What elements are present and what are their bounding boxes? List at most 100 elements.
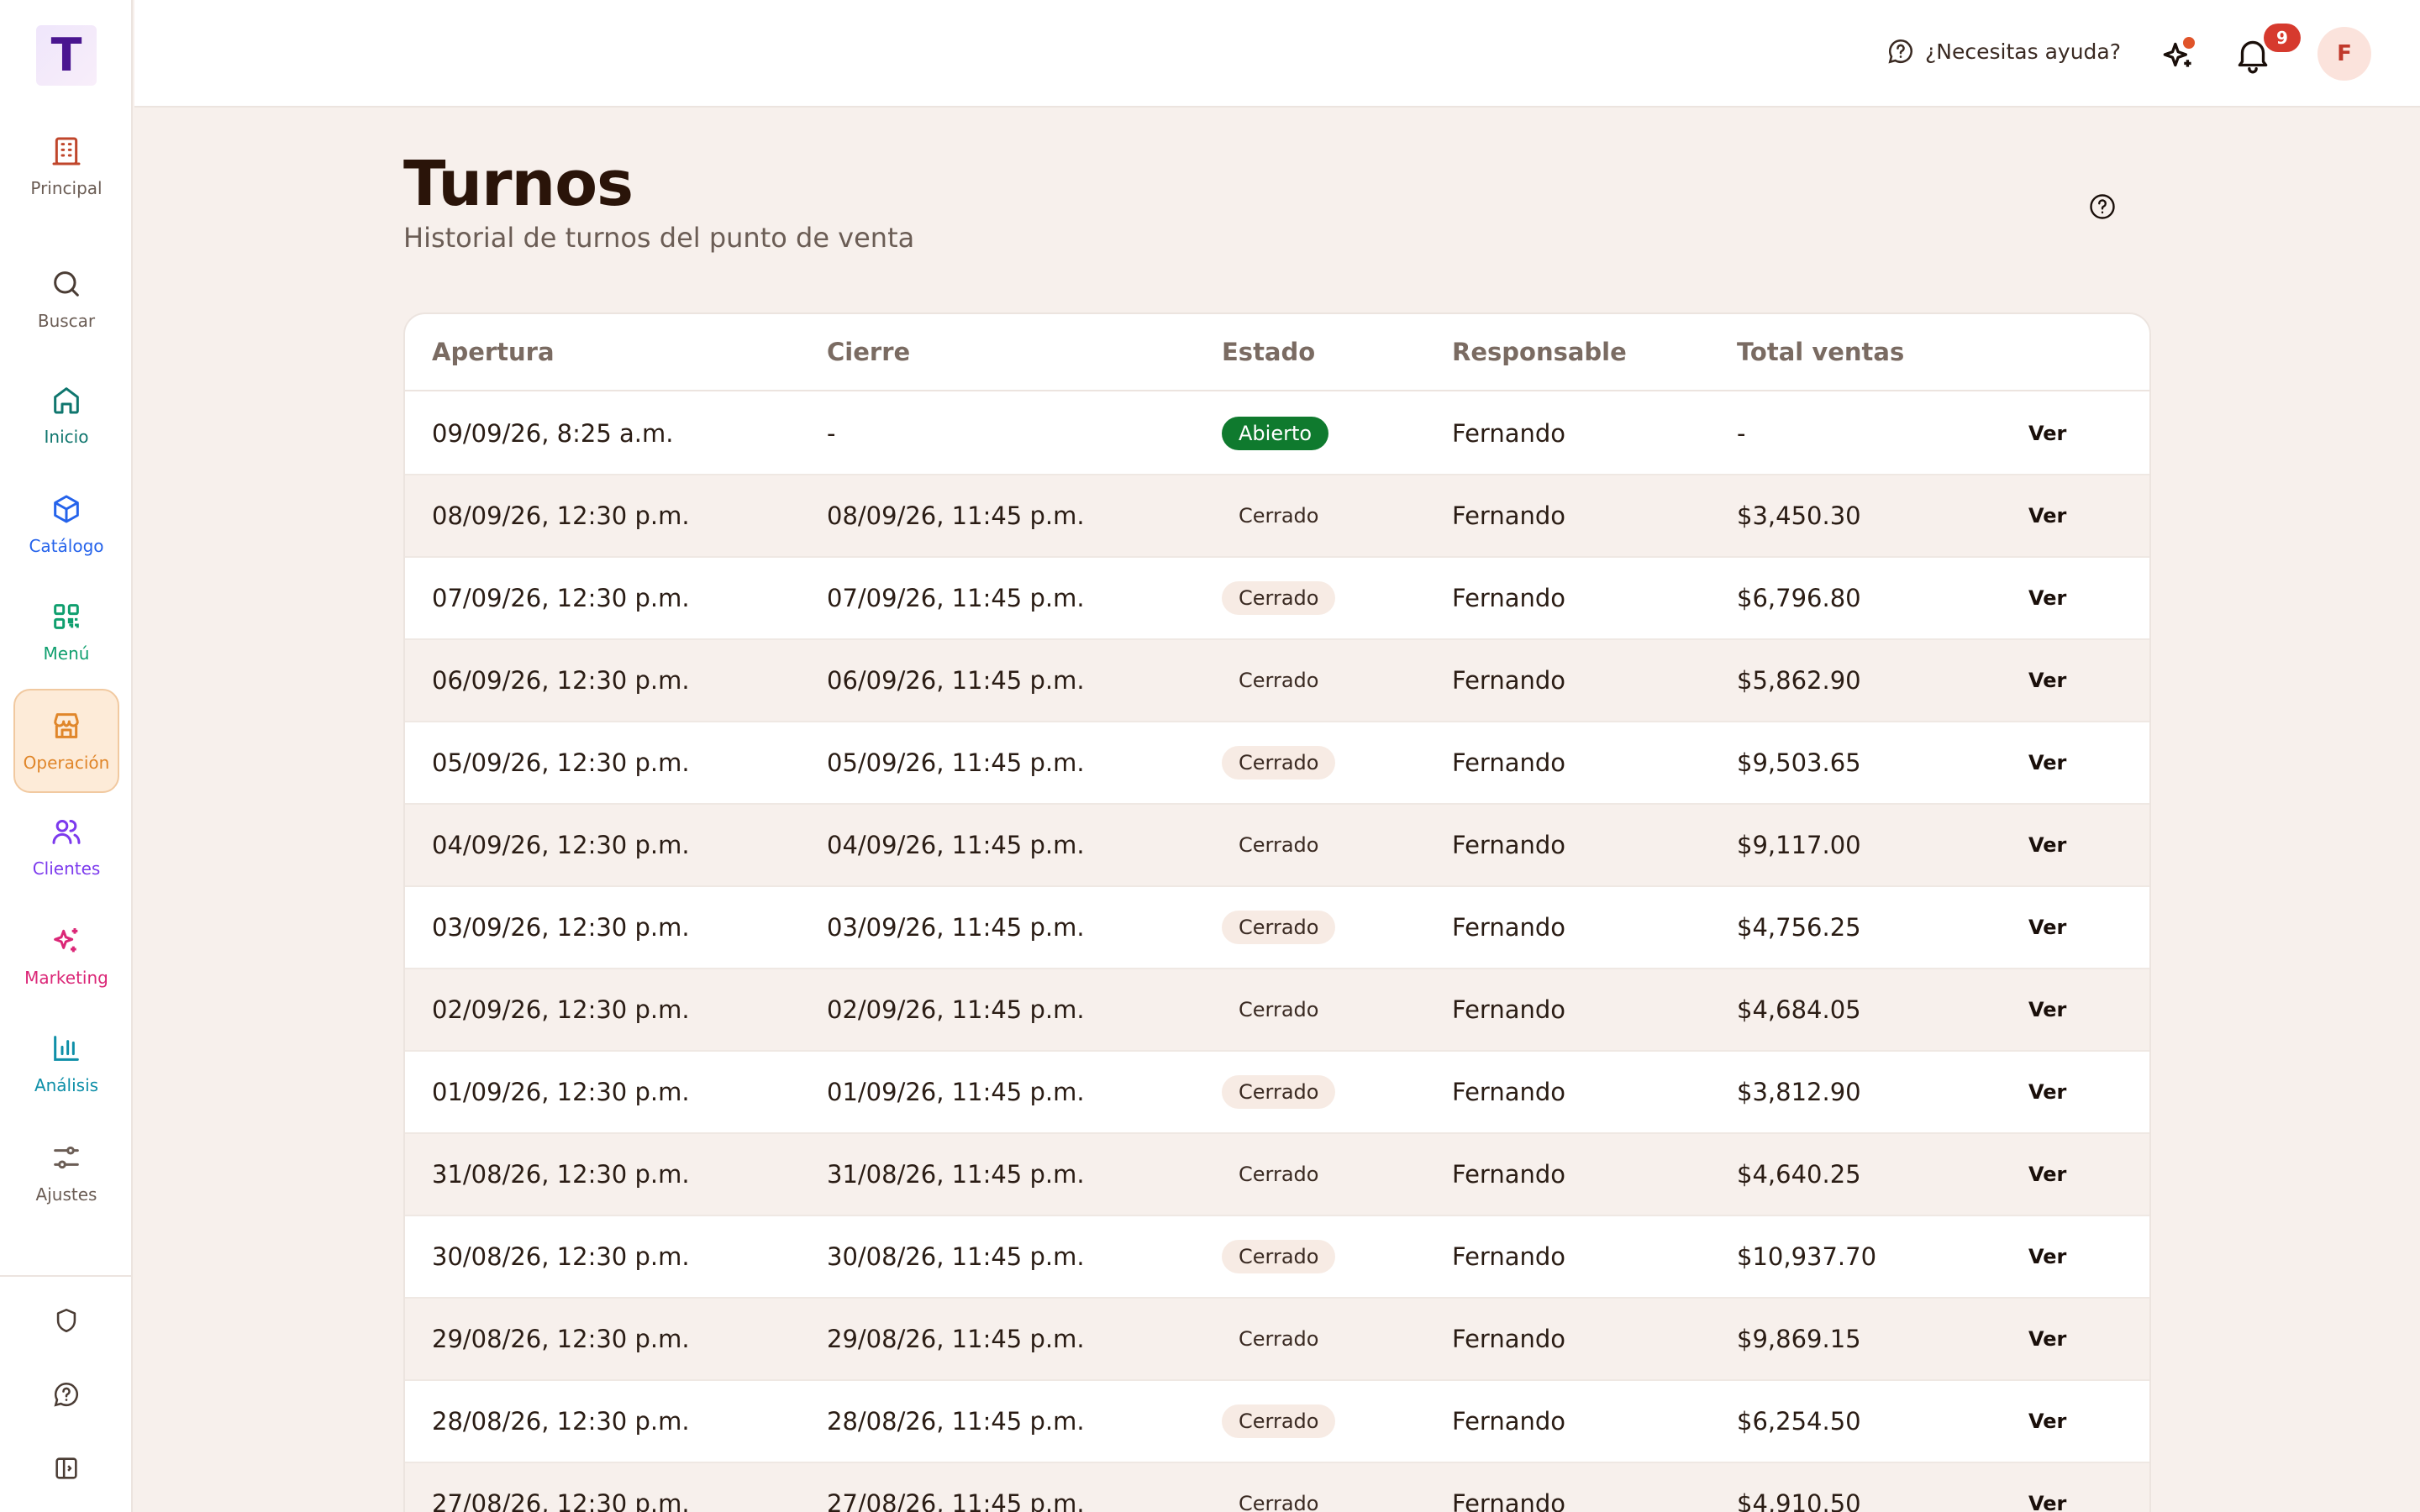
view-shift-button[interactable]: Ver: [2028, 1327, 2066, 1351]
status-badge: Cerrado: [1239, 833, 1319, 857]
page-help-button[interactable]: [2087, 192, 2118, 222]
status-badge: Cerrado: [1239, 1492, 1319, 1512]
cell-apertura: 31/08/26, 12:30 p.m.: [432, 1160, 690, 1189]
view-shift-button[interactable]: Ver: [2028, 1080, 2066, 1104]
table-row[interactable]: 02/09/26, 12:30 p.m. 02/09/26, 11:45 p.m.…: [405, 969, 2149, 1052]
page-subtitle: Historial de turnos del punto de venta: [403, 222, 915, 254]
cell-total-ventas: $6,254.50: [1737, 1407, 1861, 1436]
status-badge: Cerrado: [1222, 911, 1336, 944]
view-shift-button[interactable]: Ver: [2028, 1245, 2066, 1268]
sidebar-item-menu[interactable]: Menú: [13, 580, 119, 684]
view-shift-button[interactable]: Ver: [2028, 916, 2066, 939]
sliders-icon: [54, 1146, 79, 1169]
sidebar-toggle-icon: [55, 1457, 77, 1479]
sidebar-item-catalogo[interactable]: Catálogo: [13, 472, 119, 576]
view-shift-button[interactable]: Ver: [2028, 1492, 2066, 1512]
cell-total-ventas: $5,862.90: [1737, 666, 1861, 695]
cell-total-ventas: -: [1737, 419, 1746, 448]
cell-apertura: 28/08/26, 12:30 p.m.: [432, 1407, 690, 1436]
table-row[interactable]: 01/09/26, 12:30 p.m. 01/09/26, 11:45 p.m.…: [405, 1052, 2149, 1134]
cell-apertura: 07/09/26, 12:30 p.m.: [432, 584, 690, 612]
sidebar-item-label: Clientes: [32, 858, 101, 879]
ai-indicator-dot: [2183, 37, 2195, 49]
sidebar-item-principal[interactable]: Principal: [13, 114, 119, 218]
cell-total-ventas: $9,503.65: [1737, 748, 1861, 777]
cell-cierre: 30/08/26, 11:45 p.m.: [827, 1242, 1085, 1271]
shield-button[interactable]: [50, 1304, 83, 1337]
notifications-button[interactable]: 9: [2232, 24, 2301, 76]
cell-responsable: Fernando: [1452, 831, 1566, 859]
view-shift-button[interactable]: Ver: [2028, 669, 2066, 692]
view-shift-button[interactable]: Ver: [2028, 1410, 2066, 1433]
avatar[interactable]: F: [2317, 27, 2371, 81]
sidebar-item-marketing[interactable]: Marketing: [13, 904, 119, 1008]
ai-assistant-button[interactable]: [2158, 34, 2200, 76]
view-shift-button[interactable]: Ver: [2028, 998, 2066, 1021]
cell-apertura: 09/09/26, 8:25 a.m.: [432, 419, 674, 448]
page-title: Turnos: [403, 148, 634, 220]
sidebar-item-analisis[interactable]: Análisis: [13, 1011, 119, 1116]
shield-icon: [56, 1308, 76, 1333]
sidebar-item-label: Menú: [43, 643, 90, 664]
table-row[interactable]: 28/08/26, 12:30 p.m. 28/08/26, 11:45 p.m.…: [405, 1381, 2149, 1463]
column-header-cierre[interactable]: Cierre: [827, 338, 910, 366]
table-header: Apertura Cierre Estado Responsable Total…: [405, 314, 2149, 391]
sidebar-item-label: Principal: [30, 178, 103, 198]
sidebar-item-label: Marketing: [24, 968, 108, 988]
view-shift-button[interactable]: Ver: [2028, 1163, 2066, 1186]
table-row[interactable]: 04/09/26, 12:30 p.m. 04/09/26, 11:45 p.m.…: [405, 805, 2149, 887]
cell-apertura: 05/09/26, 12:30 p.m.: [432, 748, 690, 777]
sidebar-item-clientes[interactable]: Clientes: [13, 795, 119, 899]
cell-total-ventas: $4,684.05: [1737, 995, 1861, 1024]
help-circle-icon: [2090, 194, 2115, 219]
sidebar-item-label: Inicio: [44, 427, 89, 447]
table-row[interactable]: 09/09/26, 8:25 a.m. - Abierto Fernando - Ver: [405, 393, 2149, 475]
sidebar-item-label: Catálogo: [29, 536, 104, 556]
cell-responsable: Fernando: [1452, 995, 1566, 1024]
column-header-apertura[interactable]: Apertura: [432, 338, 555, 366]
cell-cierre: 29/08/26, 11:45 p.m.: [827, 1325, 1085, 1353]
collapse-sidebar-button[interactable]: [50, 1452, 83, 1485]
sidebar-item-buscar[interactable]: Buscar: [13, 247, 119, 351]
table-row[interactable]: 30/08/26, 12:30 p.m. 30/08/26, 11:45 p.m.…: [405, 1216, 2149, 1299]
cell-responsable: Fernando: [1452, 419, 1566, 448]
column-header-estado[interactable]: Estado: [1222, 338, 1315, 366]
cell-total-ventas: $4,756.25: [1737, 913, 1861, 942]
sidebar-item-ajustes[interactable]: Ajustes: [13, 1121, 119, 1225]
column-header-responsable[interactable]: Responsable: [1452, 338, 1627, 366]
sidebar-item-inicio[interactable]: Inicio: [13, 363, 119, 467]
building-icon: [52, 137, 81, 165]
table-row[interactable]: 31/08/26, 12:30 p.m. 31/08/26, 11:45 p.m.…: [405, 1134, 2149, 1216]
sidebar-item-operacion[interactable]: Operación: [13, 689, 119, 793]
table-row[interactable]: 08/09/26, 12:30 p.m. 08/09/26, 11:45 p.m.…: [405, 475, 2149, 558]
help-link[interactable]: ¿Necesitas ayuda?: [1886, 37, 2121, 66]
cell-cierre: 04/09/26, 11:45 p.m.: [827, 831, 1085, 859]
table-row[interactable]: 05/09/26, 12:30 p.m. 05/09/26, 11:45 p.m.…: [405, 722, 2149, 805]
support-button[interactable]: [50, 1378, 83, 1411]
cell-cierre: 31/08/26, 11:45 p.m.: [827, 1160, 1085, 1189]
status-badge: Cerrado: [1222, 746, 1336, 780]
bar-chart-icon: [54, 1036, 79, 1061]
cell-responsable: Fernando: [1452, 1160, 1566, 1189]
cell-apertura: 27/08/26, 12:30 p.m.: [432, 1489, 690, 1512]
column-header-total-ventas[interactable]: Total ventas: [1737, 338, 1904, 366]
table-row[interactable]: 07/09/26, 12:30 p.m. 07/09/26, 11:45 p.m.…: [405, 558, 2149, 640]
view-shift-button[interactable]: Ver: [2028, 422, 2066, 445]
table-row[interactable]: 03/09/26, 12:30 p.m. 03/09/26, 11:45 p.m.…: [405, 887, 2149, 969]
status-badge: Cerrado: [1222, 581, 1336, 615]
chat-help-icon: [54, 1382, 78, 1407]
table-row[interactable]: 27/08/26, 12:30 p.m. 27/08/26, 11:45 p.m.…: [405, 1463, 2149, 1512]
cell-total-ventas: $3,450.30: [1737, 501, 1861, 530]
table-row[interactable]: 06/09/26, 12:30 p.m. 06/09/26, 11:45 p.m.…: [405, 640, 2149, 722]
cell-responsable: Fernando: [1452, 1407, 1566, 1436]
app-logo[interactable]: T: [36, 25, 97, 86]
view-shift-button[interactable]: Ver: [2028, 586, 2066, 610]
table-row[interactable]: 29/08/26, 12:30 p.m. 29/08/26, 11:45 p.m.…: [405, 1299, 2149, 1381]
view-shift-button[interactable]: Ver: [2028, 751, 2066, 774]
status-badge: Cerrado: [1222, 1075, 1336, 1109]
sidebar: T Principal Buscar Inicio Catálogo Menú …: [0, 0, 133, 1512]
view-shift-button[interactable]: Ver: [2028, 504, 2066, 528]
cell-cierre: 07/09/26, 11:45 p.m.: [827, 584, 1085, 612]
view-shift-button[interactable]: Ver: [2028, 833, 2066, 857]
cell-total-ventas: $9,117.00: [1737, 831, 1861, 859]
